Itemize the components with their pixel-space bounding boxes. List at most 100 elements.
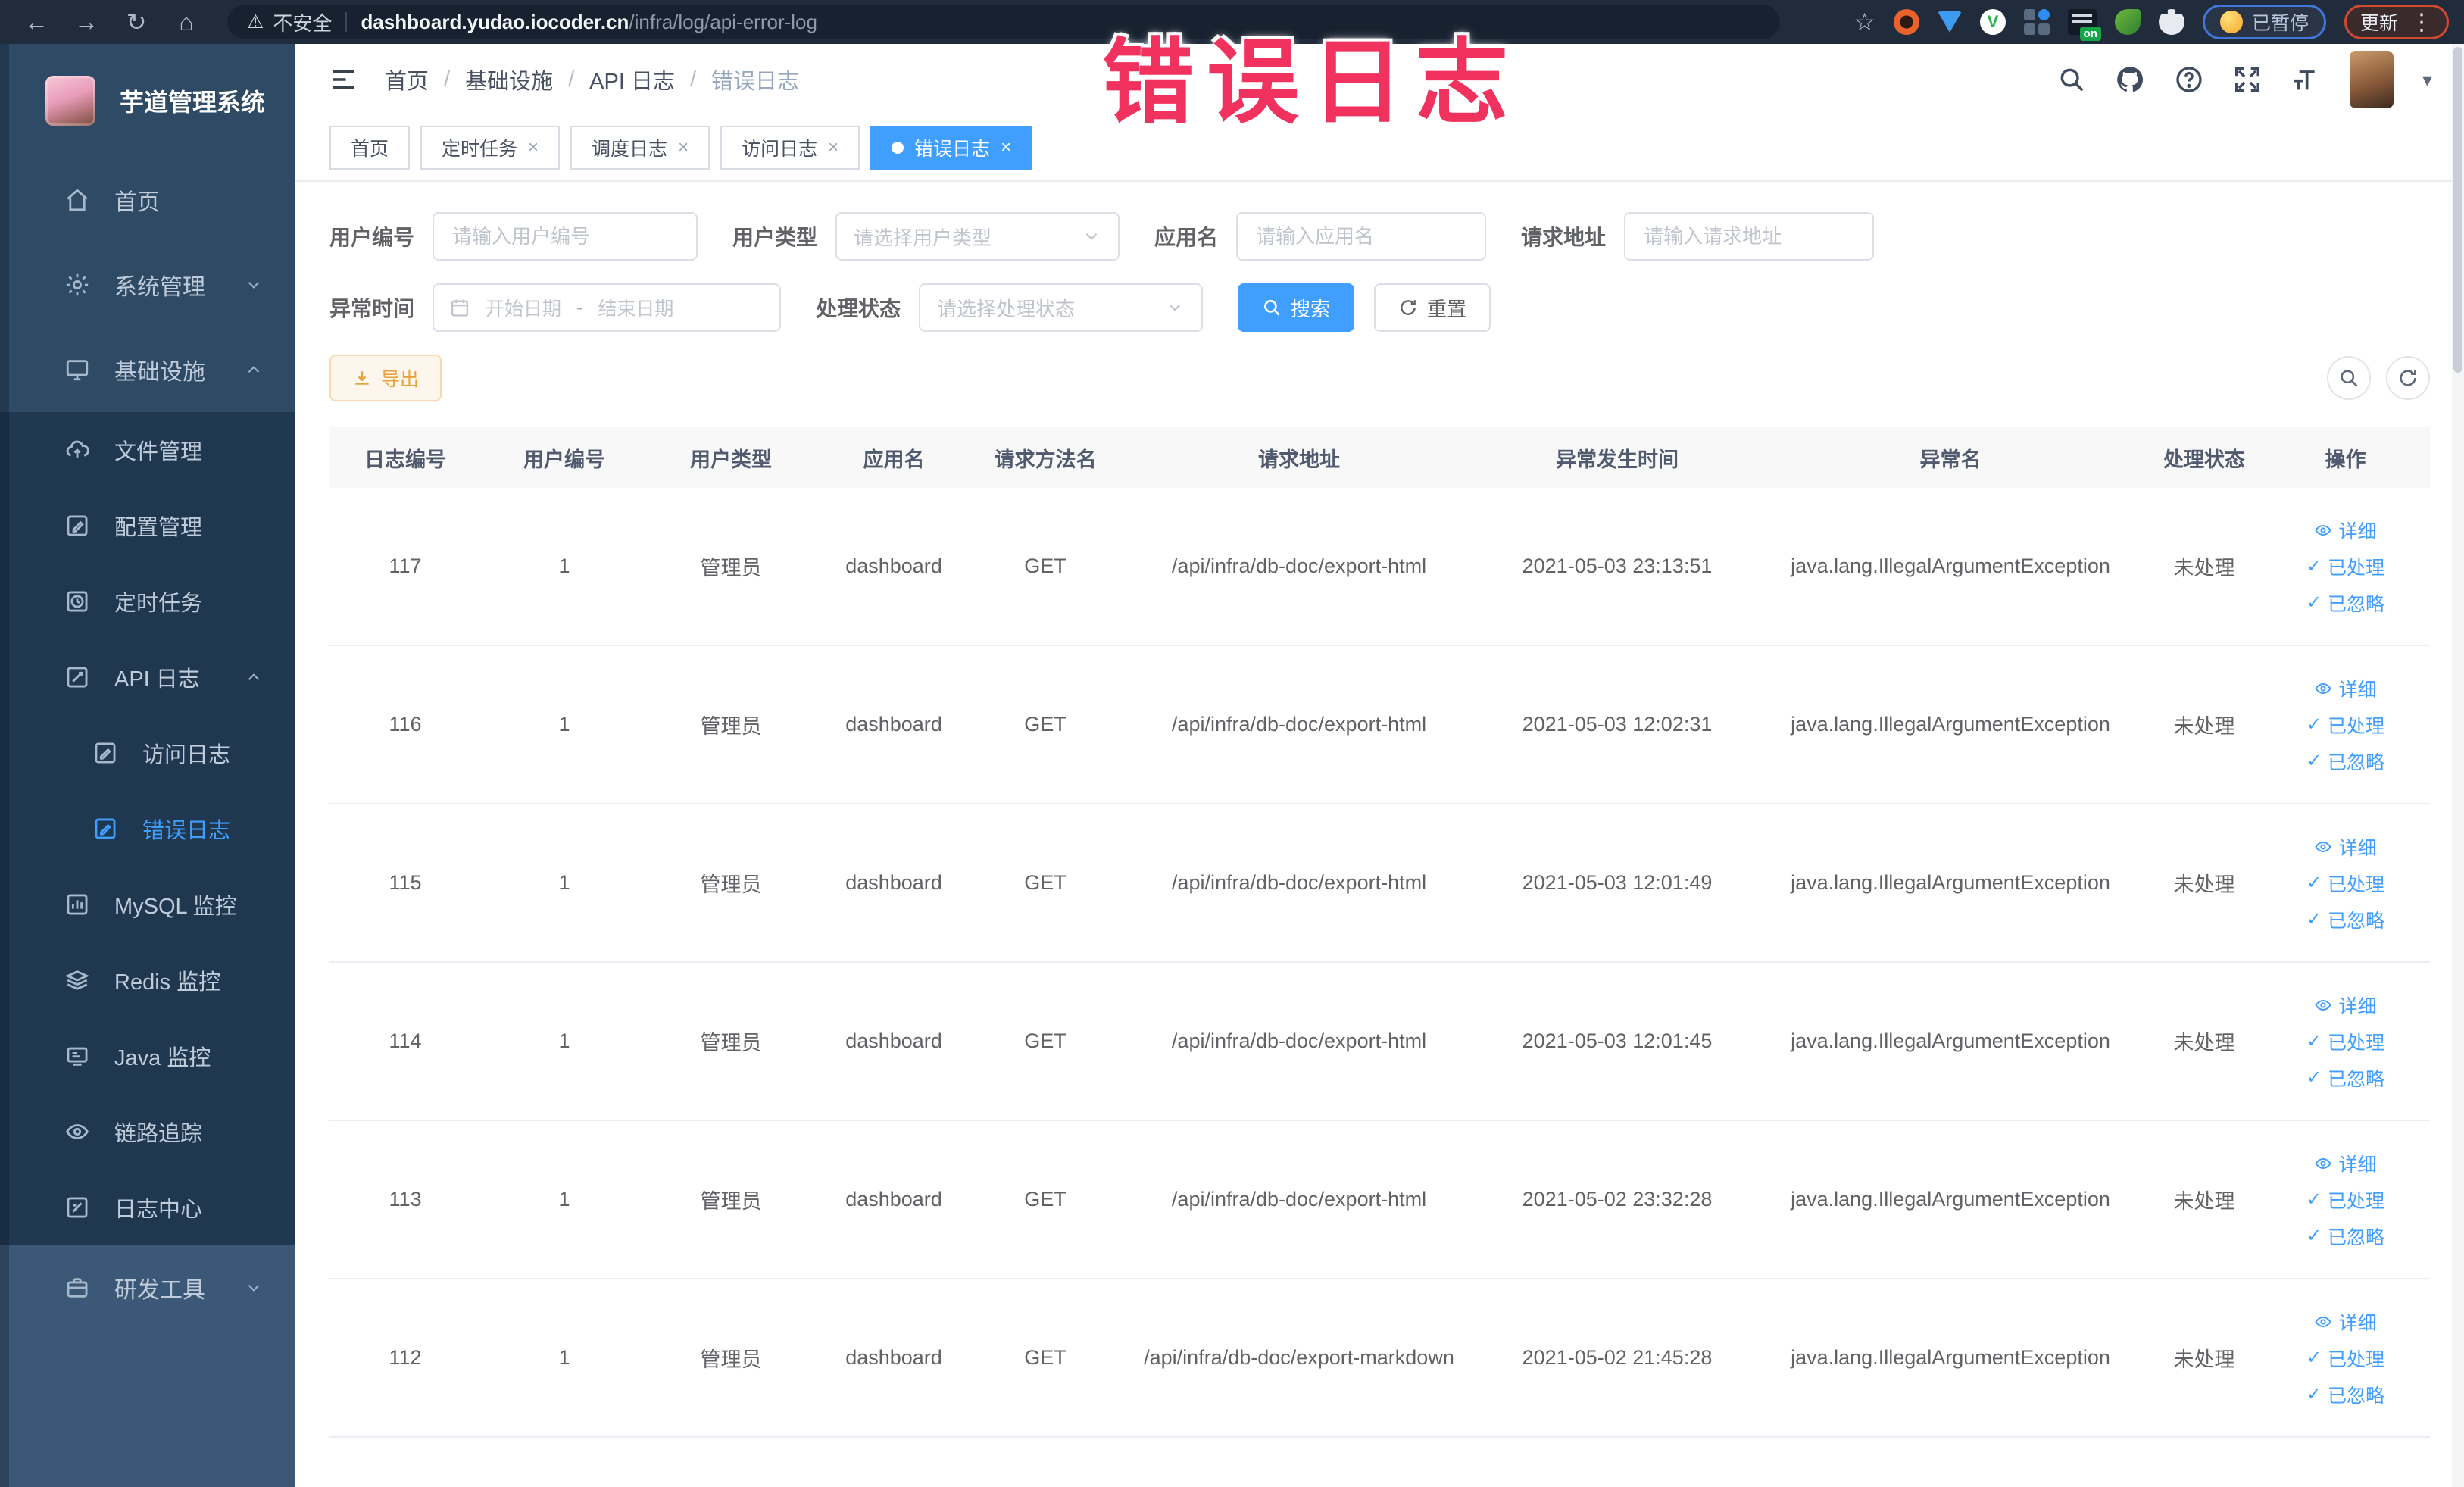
breadcrumb-api-log[interactable]: API 日志: [589, 64, 675, 95]
ignored-link[interactable]: ✓ 已忽略: [2306, 1064, 2384, 1092]
cell-status: 未处理: [2173, 557, 2235, 579]
tab-error-log[interactable]: 错误日志 ×: [870, 126, 1033, 170]
detail-link[interactable]: 详细: [2314, 992, 2377, 1019]
main-panel: 首页 / 基础设施 / API 日志 / 错误日志 ▾ 首页 定时任务 × 调度…: [295, 44, 2464, 1487]
processed-link[interactable]: ✓ 已处理: [2306, 1028, 2384, 1055]
date-range-picker[interactable]: 开始日期 - 结束日期: [433, 283, 782, 332]
search-button[interactable]: 搜索: [1238, 283, 1355, 332]
update-badge[interactable]: 更新 ⋮: [2344, 5, 2449, 39]
close-icon[interactable]: ×: [1001, 137, 1011, 158]
detail-link[interactable]: 详细: [2314, 675, 2377, 702]
user-type-select[interactable]: 请选择用户类型: [835, 212, 1120, 261]
sidebar-item-api-log[interactable]: API 日志: [0, 639, 295, 715]
sidebar-item-system[interactable]: 系统管理: [0, 242, 295, 327]
cell-log-id: 115: [389, 871, 422, 894]
sidebar-item-label: 定时任务: [114, 592, 203, 616]
detail-link[interactable]: 详细: [2314, 1308, 2377, 1335]
breadcrumb-infra[interactable]: 基础设施: [465, 64, 553, 95]
detail-link[interactable]: 详细: [2314, 1150, 2377, 1177]
scrollbar-thumb[interactable]: [2453, 47, 2462, 373]
process-status-select[interactable]: 请选择处理状态: [919, 283, 1204, 332]
sidebar-item-trace[interactable]: 链路追踪: [0, 1094, 295, 1170]
tab-home[interactable]: 首页: [329, 126, 411, 170]
sidebar-item-file-manage[interactable]: 文件管理: [0, 412, 295, 488]
ignored-link[interactable]: ✓ 已忽略: [2306, 906, 2384, 933]
fullscreen-icon[interactable]: [2233, 65, 2262, 94]
avatar[interactable]: [2349, 51, 2394, 108]
detail-label: 详细: [2338, 995, 2377, 1017]
select-placeholder: 请选择处理状态: [937, 297, 1076, 320]
sidebar-item-java-monitor[interactable]: Java 监控: [0, 1018, 295, 1094]
sidebar-item-scheduled-jobs[interactable]: 定时任务: [0, 564, 295, 639]
toggle-search-button[interactable]: [2327, 356, 2371, 400]
ignored-link[interactable]: ✓ 已忽略: [2306, 589, 2384, 617]
processed-link[interactable]: ✓ 已处理: [2306, 870, 2384, 897]
processed-link[interactable]: ✓ 已处理: [2306, 1345, 2384, 1372]
close-icon[interactable]: ×: [828, 137, 839, 158]
sidebar-item-mysql-monitor[interactable]: MySQL 监控: [0, 867, 295, 942]
check-icon: ✓: [2306, 556, 2322, 576]
sidebar-item-config-manage[interactable]: 配置管理: [0, 488, 295, 564]
cell-log-id: 114: [389, 1029, 422, 1052]
cell-exception: java.lang.IllegalArgumentException: [1791, 1188, 2110, 1211]
sidebar-item-redis-monitor[interactable]: Redis 监控: [0, 942, 295, 1018]
github-icon[interactable]: [2115, 64, 2145, 95]
refresh-table-button[interactable]: [2386, 356, 2430, 400]
search-icon: [1262, 298, 1282, 317]
extension-leaf-icon[interactable]: [2114, 9, 2141, 35]
tab-scheduled-jobs[interactable]: 定时任务 ×: [420, 126, 561, 170]
ignored-link[interactable]: ✓ 已忽略: [2306, 748, 2384, 775]
browser-menu-icon[interactable]: ⋮: [2410, 9, 2433, 36]
sidebar-item-log-center[interactable]: 日志中心: [0, 1170, 295, 1245]
extension-on-toggle-icon[interactable]: on: [2067, 9, 2101, 41]
extension-grid-icon[interactable]: [2023, 9, 2050, 35]
request-url-input[interactable]: [1624, 212, 1875, 261]
paused-badge[interactable]: 已暂停: [2202, 5, 2326, 39]
extensions-puzzle-icon[interactable]: [2158, 9, 2184, 35]
cell-actions: 详细 ✓ 已处理 ✓ 已忽略: [2261, 660, 2430, 790]
tab-access-log[interactable]: 访问日志 ×: [720, 126, 860, 170]
security-label: 不安全: [273, 11, 333, 35]
forward-icon[interactable]: →: [65, 8, 108, 36]
detail-link[interactable]: 详细: [2314, 833, 2377, 861]
check-icon: ✓: [2306, 714, 2322, 735]
sidebar-item-infra[interactable]: 基础设施: [0, 327, 295, 412]
export-button[interactable]: 导出: [329, 355, 442, 401]
bar-chart-icon: [64, 892, 90, 917]
ignored-link[interactable]: ✓ 已忽略: [2306, 1381, 2384, 1408]
home-icon[interactable]: ⌂: [165, 8, 208, 36]
back-icon[interactable]: ←: [15, 8, 58, 36]
close-icon[interactable]: ×: [678, 137, 689, 158]
reload-icon[interactable]: ↻: [115, 8, 158, 36]
search-icon[interactable]: [2057, 65, 2086, 94]
breadcrumb-home[interactable]: 首页: [385, 64, 429, 95]
ignored-link[interactable]: ✓ 已忽略: [2306, 1223, 2384, 1250]
help-icon[interactable]: [2174, 64, 2204, 95]
detail-link[interactable]: 详细: [2314, 517, 2377, 544]
caret-down-icon[interactable]: ▾: [2422, 68, 2432, 92]
processed-label: 已处理: [2328, 715, 2385, 737]
bookmark-star-icon[interactable]: ☆: [1853, 8, 1875, 36]
logo-row[interactable]: 芋道管理系统: [0, 44, 295, 158]
sidebar-item-error-log[interactable]: 错误日志: [0, 791, 295, 867]
sidebar-item-access-log[interactable]: 访问日志: [0, 715, 295, 791]
processed-link[interactable]: ✓ 已处理: [2306, 711, 2384, 739]
cell-actions: 详细 ✓ 已处理 ✓ 已忽略: [2261, 818, 2430, 948]
reset-button[interactable]: 重置: [1374, 283, 1491, 332]
app-name-input[interactable]: [1236, 212, 1487, 261]
sidebar-item-dev-tools[interactable]: 研发工具: [0, 1245, 295, 1330]
processed-link[interactable]: ✓ 已处理: [2306, 553, 2384, 580]
extension-shield-icon[interactable]: [1937, 11, 1962, 33]
address-bar[interactable]: ⚠ 不安全 dashboard.yudao.iocoder.cn/infra/l…: [227, 5, 1780, 39]
extension-green-icon[interactable]: V: [1979, 9, 2006, 35]
sidebar-item-home[interactable]: 首页: [0, 158, 295, 242]
extension-orange-icon[interactable]: [1893, 9, 1919, 35]
tab-schedule-log[interactable]: 调度日志 ×: [570, 126, 710, 170]
close-icon[interactable]: ×: [528, 137, 539, 158]
cell-app-name: dashboard: [845, 1188, 942, 1211]
user-id-input[interactable]: [433, 212, 698, 261]
font-size-icon[interactable]: [2291, 64, 2321, 95]
sidebar-toggle-icon[interactable]: [327, 64, 359, 95]
processed-link[interactable]: ✓ 已处理: [2306, 1186, 2384, 1214]
window-scrollbar[interactable]: [2452, 44, 2464, 1487]
